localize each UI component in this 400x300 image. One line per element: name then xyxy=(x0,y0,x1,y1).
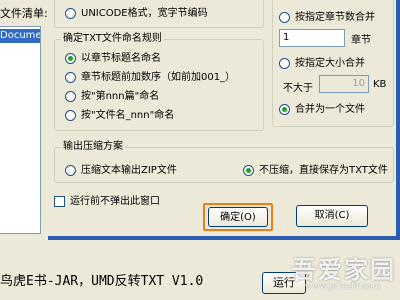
radio-icon xyxy=(65,165,76,176)
radio-icon xyxy=(65,8,76,19)
zip-output-radio[interactable]: 压缩文本输出ZIP文件 xyxy=(65,164,177,177)
radio-icon xyxy=(65,91,76,102)
radio-icon xyxy=(279,12,290,23)
file-list-label: 文件清单: xyxy=(0,7,48,20)
radio-icon xyxy=(65,72,76,83)
no-zip-label: 不压缩，直接保存为TXT文件 xyxy=(259,165,388,176)
radio-selected-icon xyxy=(65,53,76,64)
radio-icon xyxy=(279,58,290,69)
naming-option-label: 按"第nnn篇"命名 xyxy=(81,91,160,102)
zip-output-label: 压缩文本输出ZIP文件 xyxy=(81,165,177,176)
naming-option-nnn-chapter[interactable]: 按"第nnn篇"命名 xyxy=(65,90,159,103)
chapter-unit-label: 章节 xyxy=(351,35,371,46)
naming-group-title: 确定TXT文件命名规则 xyxy=(61,33,164,45)
merge-by-chapter-radio[interactable]: 按指定章节数合并 xyxy=(279,11,375,24)
file-list-panel: 文件清单: Document xyxy=(0,0,48,240)
merge-by-chapter-label: 按指定章节数合并 xyxy=(295,12,375,23)
radio-icon xyxy=(65,110,76,121)
merge-one-file-radio[interactable]: 合并为一个文件 xyxy=(279,103,365,116)
app-title: 鸟虎E书-JAR，UMD反转TXT V1.0 xyxy=(0,274,204,289)
size-limit-input[interactable]: 10 xyxy=(319,75,369,93)
no-popup-label: 运行前不弹出此窗口 xyxy=(70,196,160,207)
naming-option-title[interactable]: 以章节标题名命名 xyxy=(65,52,161,65)
size-unit-label: KB xyxy=(373,79,387,90)
radio-selected-icon xyxy=(243,165,254,176)
watermark-url: www.pcledir.com xyxy=(305,282,381,292)
ok-button[interactable]: 确定(O) xyxy=(208,207,268,227)
unicode-radio-label: UNICODE格式，宽字节编码 xyxy=(81,8,208,19)
output-group: 输出压缩方案 压缩文本输出ZIP文件 不压缩，直接保存为TXT文件 xyxy=(54,141,394,183)
naming-option-label: 以章节标题名命名 xyxy=(81,53,161,64)
naming-option-prefix[interactable]: 章节标题前加数序（如前加001_） xyxy=(65,71,235,84)
list-item[interactable]: Document xyxy=(0,29,40,43)
chapter-count-input[interactable]: 1 xyxy=(279,29,345,47)
naming-option-label: 按"文件名_nnn"命名 xyxy=(81,110,175,121)
merge-by-size-label: 按指定大小合并 xyxy=(295,58,365,69)
output-group-title: 输出压缩方案 xyxy=(61,141,125,153)
not-exceed-label: 不大于 xyxy=(283,83,313,94)
options-dialog: UNICODE格式，宽字节编码 确定TXT文件命名规则 以章节标题名命名 章节标… xyxy=(48,0,400,240)
merge-by-size-radio[interactable]: 按指定大小合并 xyxy=(279,57,365,70)
naming-option-label: 章节标题前加数序（如前加001_） xyxy=(81,72,236,83)
watermark-text: 吾爱家园 xyxy=(292,256,396,284)
radio-selected-icon xyxy=(279,104,290,115)
naming-option-filename-nnn[interactable]: 按"文件名_nnn"命名 xyxy=(65,109,174,122)
merge-one-file-label: 合并为一个文件 xyxy=(295,104,365,115)
checkbox-icon xyxy=(54,196,65,207)
encoding-group: UNICODE格式，宽字节编码 xyxy=(54,0,264,28)
cancel-button[interactable]: 取消(C) xyxy=(296,205,368,227)
naming-group: 确定TXT文件命名规则 以章节标题名命名 章节标题前加数序（如前加001_） 按… xyxy=(54,33,264,131)
file-list[interactable]: Document xyxy=(0,26,41,234)
merge-group: 按指定章节数合并 1 章节 按指定大小合并 不大于 10 KB 合并为一个文件 xyxy=(272,0,394,127)
unicode-radio[interactable]: UNICODE格式，宽字节编码 xyxy=(65,7,208,20)
no-popup-checkbox[interactable]: 运行前不弹出此窗口 xyxy=(54,195,160,208)
no-zip-radio[interactable]: 不压缩，直接保存为TXT文件 xyxy=(243,164,388,177)
